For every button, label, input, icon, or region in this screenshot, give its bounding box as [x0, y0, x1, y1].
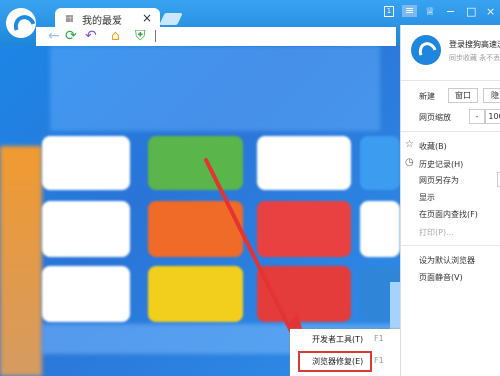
tile-7[interactable] [257, 201, 351, 257]
tile-3[interactable] [257, 136, 351, 190]
red-highlight-box [298, 351, 372, 372]
tile-5[interactable] [42, 201, 130, 257]
history-label: 历史记录(H) [419, 160, 464, 169]
menu-icon[interactable]: ≡ [402, 5, 418, 17]
shield-icon[interactable]: ⛨ [135, 27, 146, 45]
zoom-out-button[interactable]: - [469, 109, 485, 124]
developer-tools-label: 开发者工具(T) [312, 335, 364, 344]
separator [401, 245, 500, 246]
close-icon[interactable]: × [142, 11, 152, 25]
blurred-start-page [0, 46, 400, 376]
zoom-row: 网页缩放 - 100 [401, 108, 500, 126]
star-icon: ☆ [405, 139, 414, 150]
tile-1[interactable] [42, 136, 130, 190]
minimize-icon[interactable]: − [446, 6, 455, 18]
save-as-menu-item[interactable]: 网页另存为 [401, 171, 500, 189]
back-icon[interactable]: ← [48, 27, 60, 45]
cursor-line [155, 30, 156, 42]
browser-main-menu: 登录搜狗高速浏 同步收藏 永不丢 新建 窗口 隐 网页缩放 - 100 ☆ 收藏… [400, 25, 500, 376]
clock-icon: ◷ [405, 157, 414, 168]
separator [401, 80, 500, 81]
favorites-label: 收藏(B) [419, 142, 447, 151]
browser-logo [6, 8, 36, 38]
decorative-left-image [0, 146, 42, 376]
display-label: 显示 [419, 193, 435, 202]
favorites-menu-item[interactable]: ☆ 收藏(B) [401, 137, 500, 155]
login-title: 登录搜狗高速浏 [449, 40, 500, 49]
tile-6[interactable] [148, 201, 243, 257]
restore-icon[interactable]: 1 [384, 6, 394, 17]
zoom-value: 100 [485, 109, 500, 124]
developer-tools-shortcut: F1 [374, 334, 384, 343]
print-label: 打印(P)... [419, 228, 454, 237]
skin-icon[interactable]: ♕ [425, 6, 435, 18]
tile-8[interactable] [360, 201, 400, 257]
find-label: 在页面内查找(F) [419, 210, 478, 219]
login-subtitle: 同步收藏 永不丢 [449, 54, 500, 62]
address-bar[interactable]: ← ⟳ ↶ ⌂ ⛨ [36, 27, 396, 46]
refresh-icon[interactable]: ⟳ [65, 27, 77, 45]
mute-menu-item[interactable]: 页面静音(V) [401, 268, 500, 286]
new-incognito-button[interactable]: 隐 [483, 88, 500, 103]
print-menu-item[interactable]: 打印(P)... [401, 223, 500, 241]
home-icon[interactable]: ⌂ [111, 27, 120, 45]
new-row: 新建 窗口 隐 [401, 87, 500, 105]
developer-tools-menu-item[interactable]: 开发者工具(T) F1 [290, 329, 400, 351]
separator [401, 131, 500, 132]
default-browser-label: 设为默认浏览器 [419, 256, 475, 265]
new-label: 新建 [419, 92, 435, 101]
tile-10[interactable] [148, 266, 243, 322]
default-browser-menu-item[interactable]: 设为默认浏览器 [401, 251, 500, 269]
close-window-icon[interactable]: × [486, 6, 495, 18]
save-as-label: 网页另存为 [419, 176, 459, 185]
grid-icon: ▦ [65, 14, 74, 24]
tile-2[interactable] [148, 136, 243, 190]
new-window-button[interactable]: 窗口 [448, 88, 478, 103]
zoom-label: 网页缩放 [419, 113, 451, 122]
display-menu-item[interactable]: 显示 [401, 188, 500, 206]
tab-title: 我的最爱 [82, 16, 122, 27]
find-menu-item[interactable]: 在页面内查找(F) [401, 205, 500, 223]
user-avatar [411, 35, 441, 65]
browser-repair-shortcut: F1 [374, 356, 384, 365]
undo-icon[interactable]: ↶ [85, 27, 97, 45]
maximize-icon[interactable]: □ [466, 6, 476, 18]
context-menu: 开发者工具(T) F1 浏览器修复(E) F1 [290, 329, 400, 376]
mute-label: 页面静音(V) [419, 273, 463, 282]
tile-9[interactable] [42, 266, 130, 322]
new-tab-button[interactable] [159, 13, 183, 25]
tile-11[interactable] [257, 266, 351, 322]
tile-4[interactable] [360, 136, 400, 190]
login-header[interactable]: 登录搜狗高速浏 同步收藏 永不丢 [401, 25, 500, 80]
blurred-banner [50, 46, 380, 131]
